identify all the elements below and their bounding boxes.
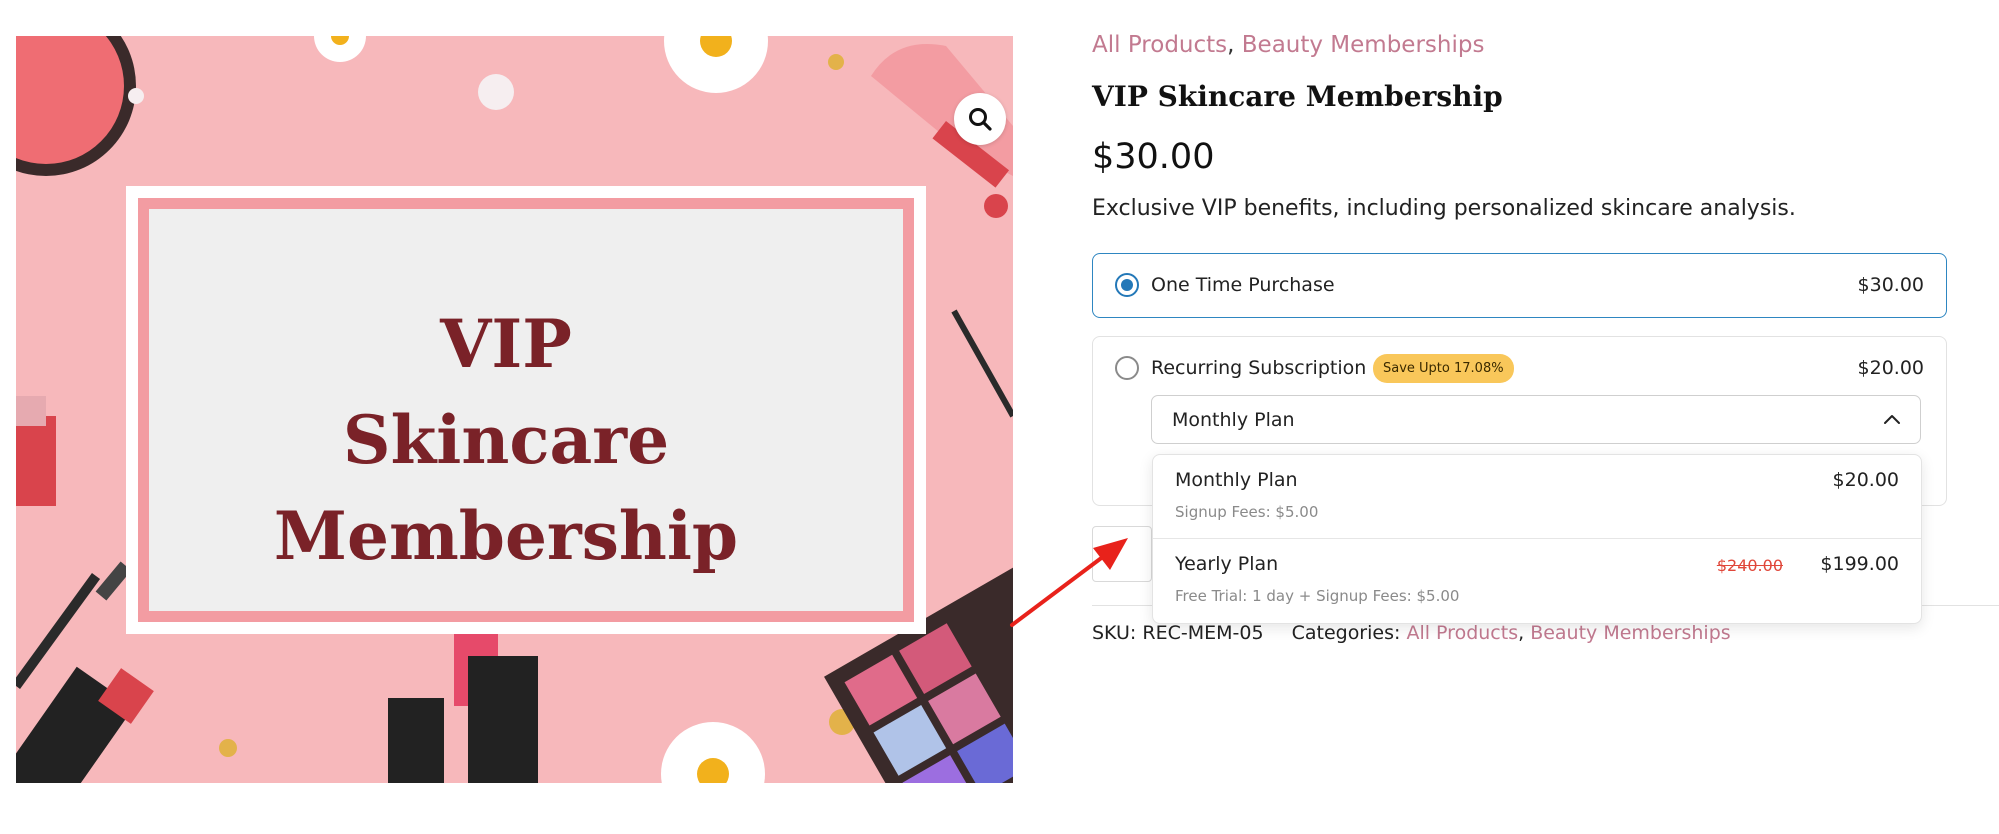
category-link-beauty-memberships[interactable]: Beauty Memberships — [1530, 622, 1730, 644]
zoom-button[interactable] — [954, 93, 1006, 145]
product-price: $30.00 — [1092, 137, 1215, 177]
categories-label: Categories: — [1291, 622, 1401, 644]
plan-option-monthly[interactable]: Monthly Plan Signup Fees: $5.00 $20.00 — [1153, 455, 1921, 539]
card-title-line-2: Skincare — [342, 401, 670, 479]
annotation-arrow — [1010, 538, 1128, 627]
recurring-subscription-label: Recurring Subscription — [1151, 357, 1367, 379]
product-image: VIP Skincare Membership — [16, 36, 1013, 783]
product-description: Exclusive VIP benefits, including person… — [1092, 196, 1796, 221]
plan-option-yearly[interactable]: Yearly Plan Free Trial: 1 day + Signup F… — [1153, 539, 1921, 623]
plan-option-name: Yearly Plan — [1175, 553, 1279, 575]
plan-option-name: Monthly Plan — [1175, 469, 1298, 491]
product-meta: SKU: REC-MEM-05 Categories: All Products… — [1092, 622, 1731, 644]
plan-option-details: Free Trial: 1 day + Signup Fees: $5.00 — [1175, 587, 1460, 605]
plan-select[interactable]: Monthly Plan — [1151, 395, 1921, 444]
card-title-line-3: Membership — [273, 497, 739, 575]
save-badge: Save Upto 17.08% — [1373, 354, 1514, 383]
breadcrumb-separator: , — [1227, 32, 1235, 58]
breadcrumb-link-all-products[interactable]: All Products — [1092, 32, 1227, 58]
one-time-purchase-radio[interactable] — [1115, 273, 1139, 297]
plan-option-details: Signup Fees: $5.00 — [1175, 503, 1319, 521]
chevron-up-icon — [1884, 415, 1900, 424]
one-time-purchase-option[interactable]: One Time Purchase $30.00 — [1092, 253, 1947, 318]
card-title-line-1: VIP — [440, 305, 572, 383]
card-title: VIP Skincare Membership — [166, 240, 846, 640]
sku-value: REC-MEM-05 — [1142, 622, 1264, 644]
plan-option-old-price: $240.00 — [1716, 556, 1783, 575]
category-separator: , — [1518, 622, 1525, 644]
one-time-purchase-label: One Time Purchase — [1151, 274, 1335, 296]
breadcrumb-link-beauty-memberships[interactable]: Beauty Memberships — [1242, 32, 1485, 58]
breadcrumb: All Products, Beauty Memberships — [1092, 32, 1484, 58]
one-time-purchase-price: $30.00 — [1857, 274, 1924, 296]
plan-select-value: Monthly Plan — [1172, 409, 1295, 431]
category-link-all-products[interactable]: All Products — [1406, 622, 1518, 644]
plan-option-price: $199.00 — [1820, 553, 1899, 575]
plan-option-price: $20.00 — [1832, 469, 1899, 491]
search-icon — [969, 108, 992, 131]
plan-dropdown-menu: Monthly Plan Signup Fees: $5.00 $20.00 Y… — [1152, 454, 1922, 624]
recurring-subscription-radio[interactable] — [1115, 356, 1139, 380]
recurring-subscription-price: $20.00 — [1857, 357, 1924, 379]
product-title: VIP Skincare Membership — [1092, 80, 1503, 113]
